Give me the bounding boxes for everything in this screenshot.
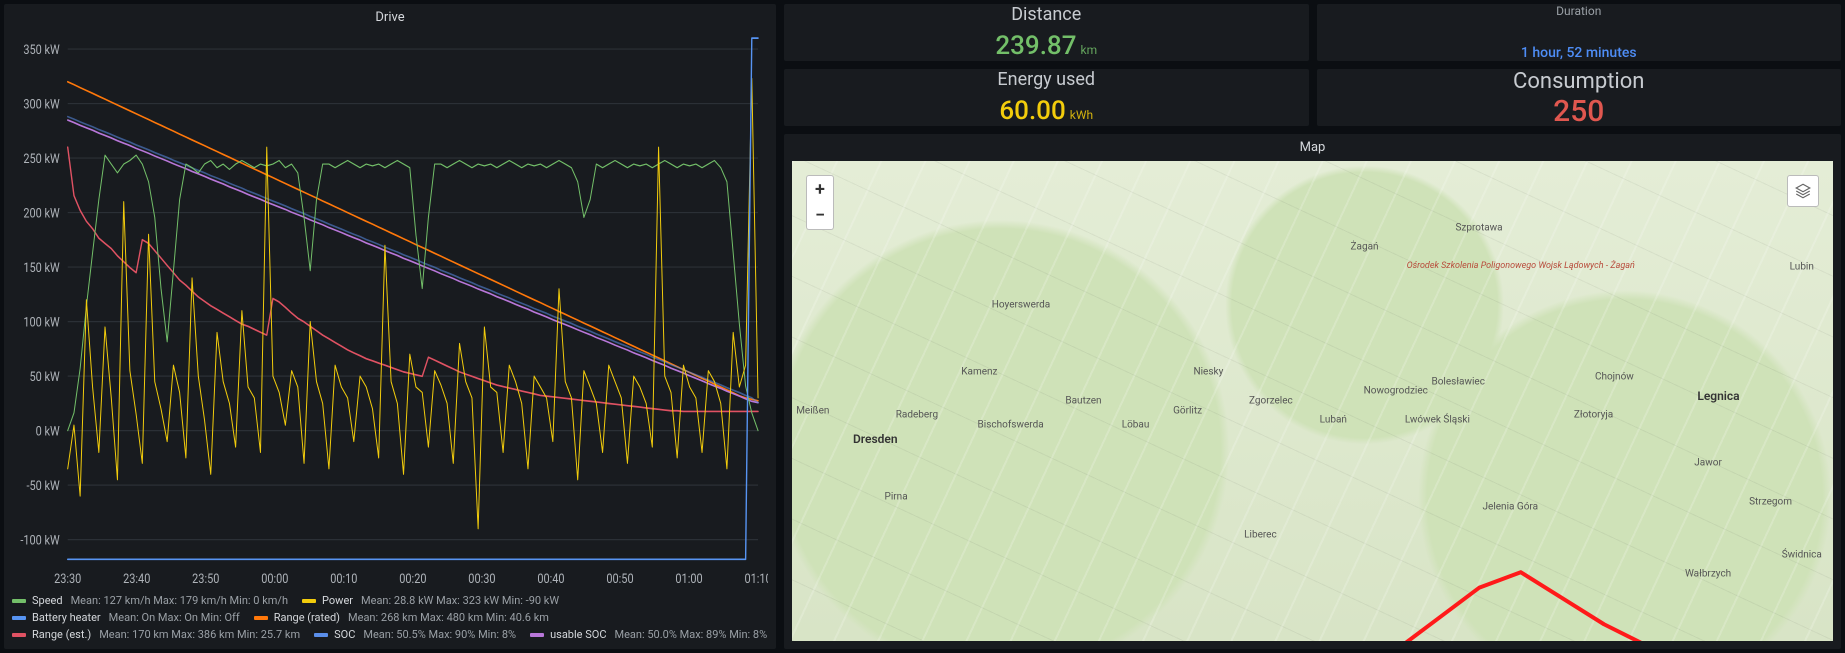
legend-item-rest[interactable]: Range (est.) Mean: 170 km Max: 386 km Min… [12,628,300,641]
svg-text:00:40: 00:40 [537,571,564,586]
stat-consumption-panel: Consumption 250 [1317,69,1842,126]
legend-item-soc[interactable]: SOC Mean: 50.5% Max: 90% Min: 8% [314,628,516,641]
map-canvas[interactable]: DresdenLegnicaBautzenGörlitzBolesławiecC… [792,161,1833,641]
legend-label: Battery heater [32,611,101,624]
drive-chart-title: Drive [4,4,776,27]
map-zoom-in-button[interactable]: + [806,175,834,203]
stat-distance-unit: km [1081,43,1098,57]
legend-item-bheater[interactable]: Battery heater Mean: On Max: On Min: Off [12,611,240,624]
stat-consumption-value: 250 [1553,94,1604,129]
svg-text:01:00: 01:00 [675,571,702,586]
legend-label: usable SOC [550,628,606,641]
stat-duration-panel: Duration 1 hour, 52 minutes [1317,4,1842,61]
legend-stats: Mean: 127 km/h Max: 179 km/h Min: 0 km/h [71,594,288,607]
svg-text:01:10: 01:10 [744,571,768,586]
legend-stats: Mean: 50.0% Max: 89% Min: 8% [614,628,767,641]
svg-text:300 kW: 300 kW [23,96,60,111]
map-panel: Map DresdenLegnicaBautzenGörlitzBolesław… [784,134,1841,649]
svg-text:350 kW: 350 kW [23,42,60,57]
stat-distance-value: 239.87 [995,31,1076,61]
drive-chart-svg[interactable]: -100 kW -50 kW 0 kW 50 kW 100 kW 150 kW 200 kW… [12,31,768,590]
map-layers-button[interactable] [1787,175,1819,207]
drive-chart-area[interactable]: -100 kW -50 kW 0 kW 50 kW 100 kW 150 kW 200 kW… [4,27,776,590]
svg-text:00:30: 00:30 [468,571,495,586]
drive-chart-panel: Drive -100 kW -50 kW 0 kW 50 kW 100 kW 150 kW… [4,4,776,649]
legend-stats: Mean: 268 km Max: 480 km Min: 40.6 km [348,611,549,624]
svg-text:23:30: 23:30 [54,571,81,586]
legend-swatch [12,599,26,603]
legend-label: Power [322,594,353,607]
map-route [792,161,1833,641]
svg-text:250 kW: 250 kW [23,151,60,166]
map-title: Map [784,134,1841,157]
legend-swatch [254,616,268,620]
svg-text:0 kW: 0 kW [36,423,60,438]
legend-item-usoc[interactable]: usable SOC Mean: 50.0% Max: 89% Min: 8% [530,628,767,641]
stat-duration-value: 1 hour, 52 minutes [1521,45,1637,61]
legend-item-power[interactable]: Power Mean: 28.8 kW Max: 323 kW Min: -90 … [302,594,559,607]
stat-consumption-label: Consumption [1513,69,1644,94]
svg-text:-50 kW: -50 kW [26,478,60,493]
legend-swatch [12,616,26,620]
stat-energy-value: 60.00 [999,96,1065,126]
stat-distance-label: Distance [1011,4,1081,25]
svg-text:-100 kW: -100 kW [20,532,60,547]
legend-item-rrated[interactable]: Range (rated) Mean: 268 km Max: 480 km Mi… [254,611,549,624]
stat-distance-panel: Distance 239.87 km [784,4,1309,61]
legend-label: SOC [334,628,355,641]
svg-text:100 kW: 100 kW [23,314,60,329]
legend-stats: Mean: 50.5% Max: 90% Min: 8% [363,628,516,641]
svg-text:00:00: 00:00 [261,571,288,586]
layers-icon [1794,182,1812,200]
drive-chart-legend: Speed Mean: 127 km/h Max: 179 km/h Min: 0… [4,590,776,649]
legend-item-speed[interactable]: Speed Mean: 127 km/h Max: 179 km/h Min: 0… [12,594,288,607]
svg-text:200 kW: 200 kW [23,205,60,220]
legend-stats: Mean: 170 km Max: 386 km Min: 25.7 km [99,628,300,641]
stat-duration-label: Duration [1556,4,1601,18]
svg-text:50 kW: 50 kW [30,369,61,384]
stat-energy-panel: Energy used 60.00 kWh [784,69,1309,126]
map-zoom-out-button[interactable]: − [806,202,834,230]
svg-text:00:20: 00:20 [399,571,426,586]
svg-text:150 kW: 150 kW [23,260,60,275]
svg-text:00:10: 00:10 [330,571,357,586]
svg-text:23:40: 23:40 [123,571,150,586]
legend-swatch [12,633,26,637]
legend-label: Range (est.) [32,628,91,641]
legend-stats: Mean: 28.8 kW Max: 323 kW Min: -90 kW [361,594,559,607]
stat-energy-label: Energy used [997,69,1095,90]
legend-stats: Mean: On Max: On Min: Off [109,611,240,624]
legend-label: Range (rated) [274,611,340,624]
legend-label: Speed [32,594,63,607]
svg-text:23:50: 23:50 [192,571,219,586]
svg-text:00:50: 00:50 [606,571,633,586]
legend-swatch [302,599,316,603]
legend-swatch [314,633,328,637]
stat-energy-unit: kWh [1070,108,1093,122]
legend-swatch [530,633,544,637]
